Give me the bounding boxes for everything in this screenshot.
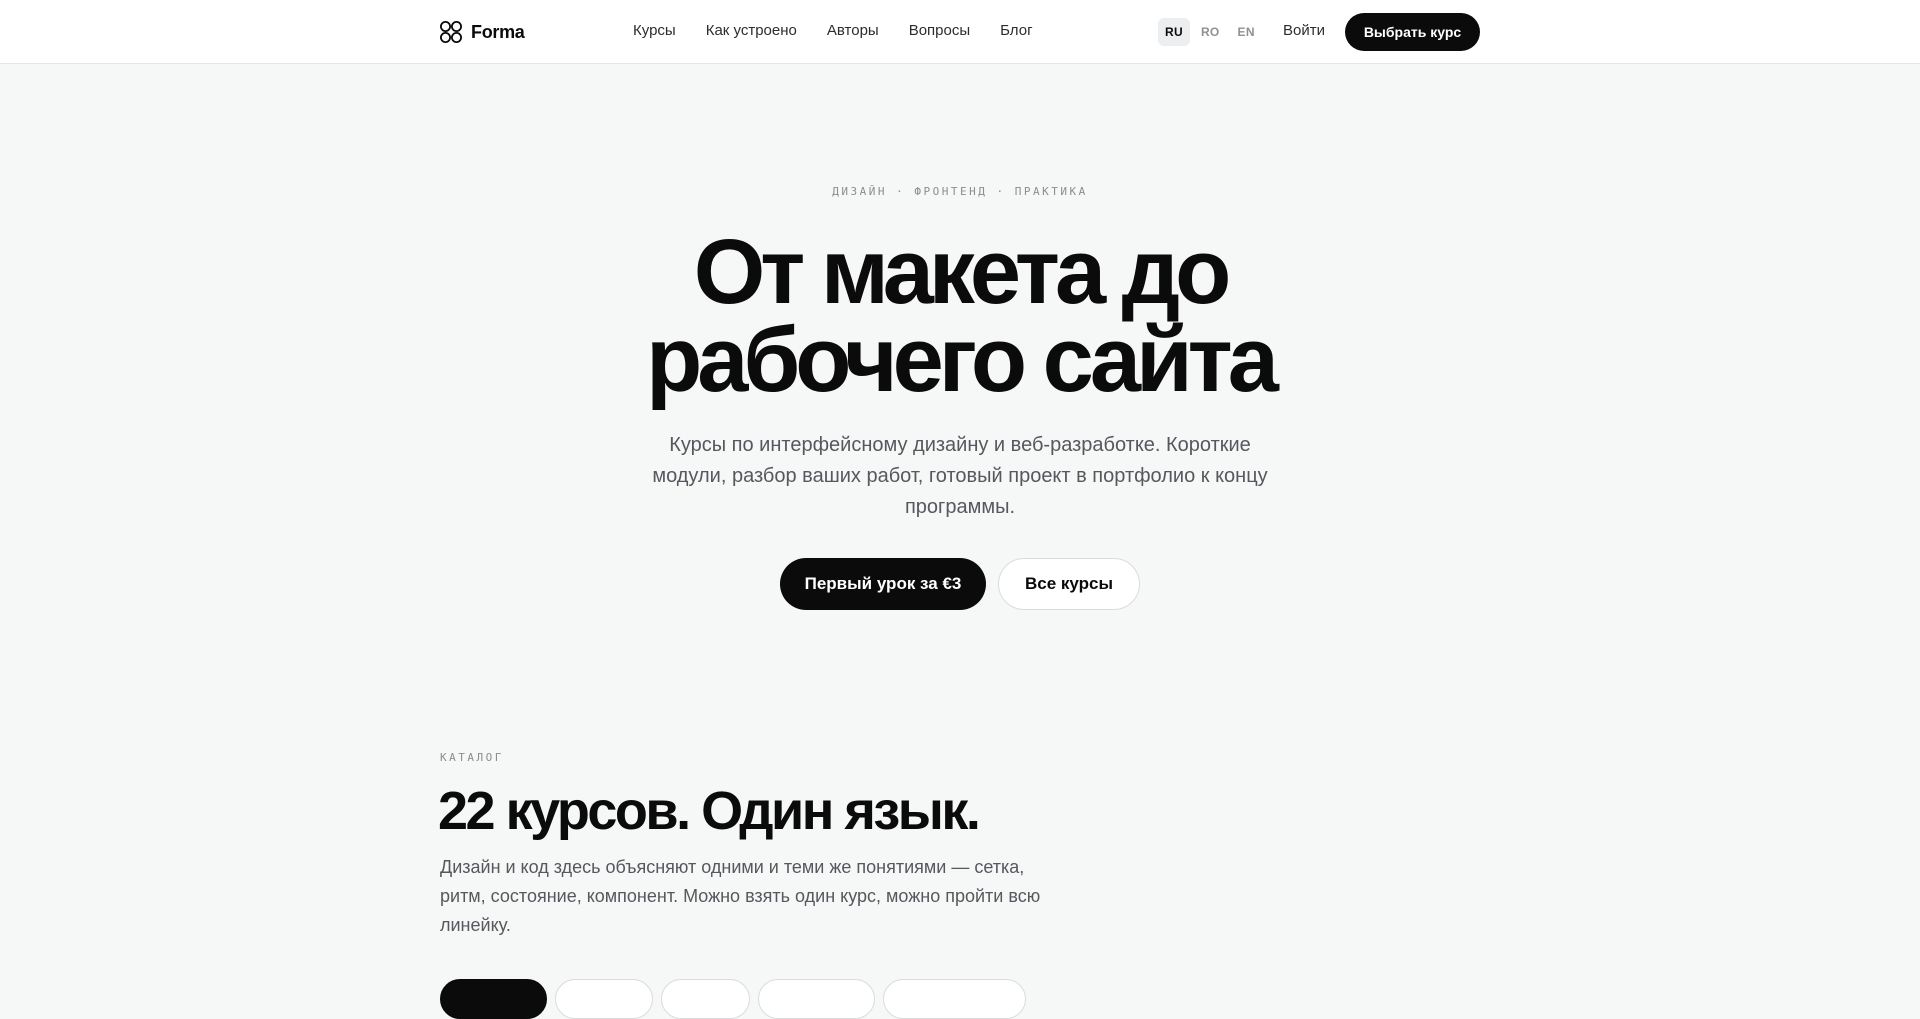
catalog-filters	[440, 979, 1026, 1019]
login-link[interactable]: Войти	[1283, 22, 1325, 39]
hero-title-line-1: От макета до	[693, 221, 1232, 323]
catalog-description: Дизайн и код здесь объясняют одними и те…	[440, 857, 1041, 935]
hero-eyebrow: ДИЗАЙН · ФРОНТЕНД · ПРАКТИКА	[832, 185, 1088, 198]
first-lesson-button[interactable]: Первый урок за €3	[780, 558, 986, 610]
lang-en[interactable]: EN	[1231, 18, 1262, 46]
hero-actions: Первый урок за €3 Все курсы	[780, 558, 1140, 610]
filter-pill[interactable]	[883, 979, 1026, 1019]
catalog-title: 22 курсов. Один язык.	[438, 781, 981, 841]
language-switcher: RU RO EN	[1158, 18, 1262, 46]
filter-pill[interactable]	[440, 979, 547, 1019]
all-courses-button[interactable]: Все курсы	[998, 558, 1140, 610]
brand-name: Forma	[471, 21, 525, 42]
nav-item-courses[interactable]: Курсы	[633, 22, 676, 39]
filter-pill[interactable]	[555, 979, 653, 1019]
main-nav: Курсы Как устроено Авторы Вопросы Блог	[633, 22, 1033, 39]
choose-course-button[interactable]: Выбрать курс	[1345, 13, 1480, 51]
site-header: Forma Курсы Как устроено Авторы Вопросы …	[0, 0, 1920, 64]
nav-item-questions[interactable]: Вопросы	[909, 22, 970, 39]
filter-pill[interactable]	[661, 979, 750, 1019]
nav-item-blog[interactable]: Блог	[1000, 22, 1032, 39]
nav-item-authors[interactable]: Авторы	[827, 22, 879, 39]
brand[interactable]: Forma	[439, 20, 525, 44]
nav-item-how-it-works[interactable]: Как устроено	[706, 22, 797, 39]
hero-title: От макета до рабочего сайта	[0, 221, 1920, 411]
hero-subtitle: Курсы по интерфейсному дизайну и веб-раз…	[652, 434, 1268, 518]
hero-title-line-2: рабочего сайта	[646, 309, 1279, 411]
lang-ro[interactable]: RO	[1194, 18, 1227, 46]
filter-pill[interactable]	[758, 979, 875, 1019]
four-circles-logo-icon	[440, 21, 462, 43]
lang-ru[interactable]: RU	[1158, 18, 1190, 46]
catalog-eyebrow: КАТАЛОГ	[440, 751, 504, 764]
